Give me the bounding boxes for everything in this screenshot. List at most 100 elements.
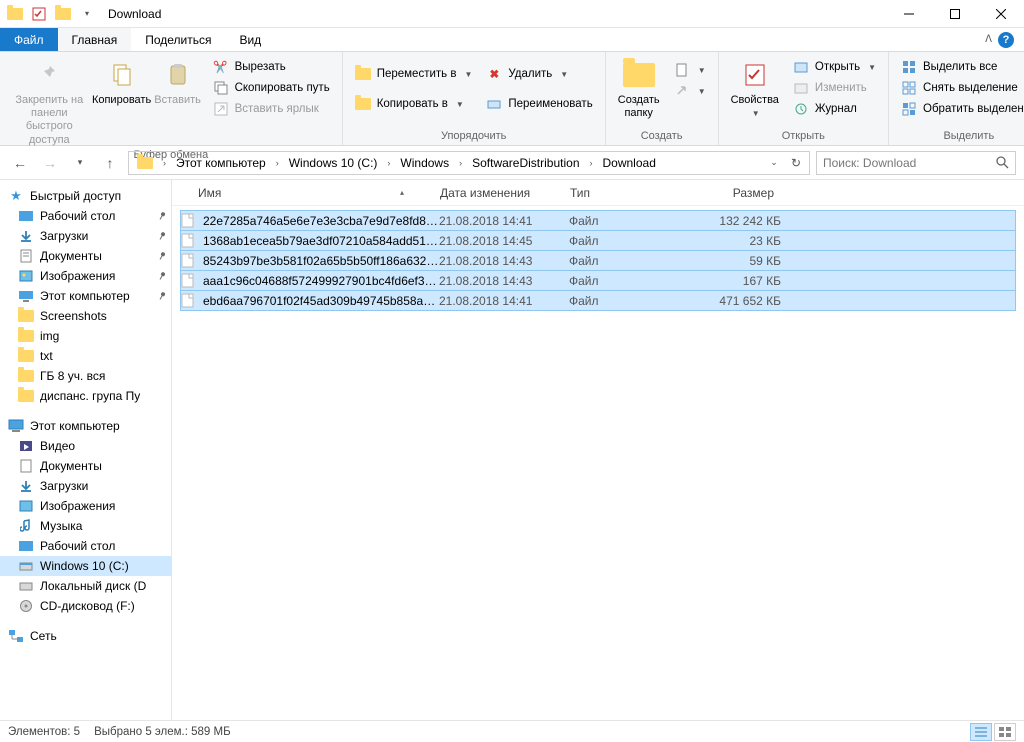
qat-properties-icon[interactable] xyxy=(28,3,50,25)
delete-icon: ✖ xyxy=(486,66,502,82)
delete-button[interactable]: ✖Удалить▼ xyxy=(480,64,598,84)
pin-icon xyxy=(155,269,169,283)
newfolder-button[interactable]: Создать папку xyxy=(612,54,666,120)
nav-pc-item[interactable]: Windows 10 (C:) xyxy=(0,556,171,576)
pin-icon xyxy=(35,58,63,92)
column-headers[interactable]: Имя▴ Дата изменения Тип Размер xyxy=(172,180,1024,206)
nav-thispc[interactable]: Этот компьютер xyxy=(0,416,171,436)
crumb-swdist[interactable]: SoftwareDistribution xyxy=(466,156,585,170)
help-icon[interactable]: ? xyxy=(998,32,1014,48)
tab-view[interactable]: Вид xyxy=(225,28,275,51)
nav-item-label: Этот компьютер xyxy=(40,289,130,303)
crumb-download[interactable]: Download xyxy=(597,156,662,170)
nav-quick-item[interactable]: Рабочий стол xyxy=(0,206,171,226)
chevron-right-icon[interactable]: › xyxy=(272,158,283,168)
search-input[interactable]: Поиск: Download xyxy=(816,151,1016,175)
file-icon xyxy=(181,273,201,288)
open-icon xyxy=(793,59,809,75)
selectnone-button[interactable]: Снять выделение xyxy=(895,78,1024,98)
qat-newfolder-icon[interactable] xyxy=(52,3,74,25)
nav-pc-item[interactable]: Локальный диск (D xyxy=(0,576,171,596)
file-date: 21.08.2018 14:43 xyxy=(439,254,569,268)
file-row[interactable]: aaa1c96c04688f572499927901bc4fd6ef3a...2… xyxy=(180,270,1016,291)
forward-button[interactable]: → xyxy=(38,151,62,175)
nav-pc-item[interactable]: Документы xyxy=(0,456,171,476)
chevron-right-icon[interactable]: › xyxy=(383,158,394,168)
nav-quick-item[interactable]: txt xyxy=(0,346,171,366)
chevron-right-icon[interactable]: › xyxy=(159,158,170,168)
nav-item-icon xyxy=(18,598,34,614)
crumb-pc[interactable]: Этот компьютер xyxy=(170,156,272,170)
nav-quick-item[interactable]: Screenshots xyxy=(0,306,171,326)
crumb-windows[interactable]: Windows xyxy=(394,156,455,170)
chevron-right-icon[interactable]: › xyxy=(455,158,466,168)
open-button[interactable]: Открыть▼ xyxy=(787,57,882,77)
nav-quick-item[interactable]: Изображения xyxy=(0,266,171,286)
col-name[interactable]: Имя▴ xyxy=(172,186,432,200)
col-size[interactable]: Размер xyxy=(662,186,782,200)
edit-button[interactable]: Изменить xyxy=(787,78,882,98)
close-button[interactable] xyxy=(978,0,1024,28)
col-date[interactable]: Дата изменения xyxy=(432,186,562,200)
breadcrumb[interactable]: › Этот компьютер › Windows 10 (C:) › Win… xyxy=(128,151,810,175)
pastelink-button[interactable]: Вставить ярлык xyxy=(207,99,336,119)
col-type[interactable]: Тип xyxy=(562,186,662,200)
minimize-button[interactable] xyxy=(886,0,932,28)
rename-button[interactable]: Переименовать xyxy=(480,94,598,114)
tab-home[interactable]: Главная xyxy=(58,28,132,51)
ribbon-group-new: Создать папку ▼ ▼ Создать xyxy=(606,52,719,145)
paste-button[interactable]: Вставить xyxy=(151,54,205,107)
selectinvert-button[interactable]: Обратить выделение xyxy=(895,99,1024,119)
nav-pc-item[interactable]: Видео xyxy=(0,436,171,456)
copy-button[interactable]: Копировать xyxy=(95,54,149,107)
ribbon-collapse-icon[interactable]: ᐱ xyxy=(985,34,992,45)
nav-item-label: Screenshots xyxy=(40,309,107,323)
properties-button[interactable]: Свойства▼ xyxy=(725,54,785,120)
nav-pc-item[interactable]: CD-дисковод (F:) xyxy=(0,596,171,616)
nav-quickaccess[interactable]: ★Быстрый доступ xyxy=(0,186,171,206)
nav-quick-item[interactable]: Документы xyxy=(0,246,171,266)
file-row[interactable]: 1368ab1ecea5b79ae3df07210a584add51d...21… xyxy=(180,230,1016,251)
address-dropdown-icon[interactable]: ⌄ xyxy=(763,157,785,168)
file-type: Файл xyxy=(569,234,669,248)
crumb-drive[interactable]: Windows 10 (C:) xyxy=(283,156,384,170)
qat-dropdown-icon[interactable]: ▾ xyxy=(76,3,98,25)
newitem-button[interactable]: ▼ xyxy=(668,60,712,80)
maximize-button[interactable] xyxy=(932,0,978,28)
back-button[interactable]: ← xyxy=(8,151,32,175)
nav-quick-item[interactable]: ГБ 8 уч. вся xyxy=(0,366,171,386)
nav-pc-item[interactable]: Рабочий стол xyxy=(0,536,171,556)
nav-pc-item[interactable]: Музыка xyxy=(0,516,171,536)
navigation-pane[interactable]: ★Быстрый доступ Рабочий столЗагрузкиДоку… xyxy=(0,180,172,720)
view-icons-button[interactable] xyxy=(994,723,1016,741)
view-details-button[interactable] xyxy=(970,723,992,741)
nav-quick-item[interactable]: Этот компьютер xyxy=(0,286,171,306)
easyaccess-button[interactable]: ▼ xyxy=(668,81,712,101)
moveto-button[interactable]: Переместить в▼ xyxy=(349,64,479,84)
nav-quick-item[interactable]: img xyxy=(0,326,171,346)
nav-pc-item[interactable]: Изображения xyxy=(0,496,171,516)
pin-icon xyxy=(155,209,169,223)
pin-quickaccess-button[interactable]: Закрепить на панели быстрого доступа xyxy=(6,54,93,147)
cut-button[interactable]: ✂️Вырезать xyxy=(207,57,336,77)
refresh-icon[interactable]: ↻ xyxy=(785,156,807,170)
nav-quick-item[interactable]: Загрузки xyxy=(0,226,171,246)
status-selected: Выбрано 5 элем.: 589 МБ xyxy=(94,726,231,738)
nav-quick-item[interactable]: диспанс. група Пу xyxy=(0,386,171,406)
nav-item-icon xyxy=(18,498,34,514)
copypath-button[interactable]: Скопировать путь xyxy=(207,78,336,98)
file-row[interactable]: ebd6aa796701f02f45ad309b49745b858a1a...2… xyxy=(180,290,1016,311)
copyto-button[interactable]: Копировать в▼ xyxy=(349,94,479,114)
chevron-right-icon[interactable]: › xyxy=(586,158,597,168)
nav-network[interactable]: Сеть xyxy=(0,626,171,646)
main-area: ★Быстрый доступ Рабочий столЗагрузкиДоку… xyxy=(0,180,1024,720)
tab-file[interactable]: Файл xyxy=(0,28,58,51)
file-row[interactable]: 85243b97be3b581f02a65b5b50ff186a632c...2… xyxy=(180,250,1016,271)
recent-button[interactable]: ▾ xyxy=(68,151,92,175)
up-button[interactable]: ↑ xyxy=(98,151,122,175)
tab-share[interactable]: Поделиться xyxy=(131,28,225,51)
nav-pc-item[interactable]: Загрузки xyxy=(0,476,171,496)
file-row[interactable]: 22e7285a746a5e6e7e3e3cba7e9d7e8fd8e8...2… xyxy=(180,210,1016,231)
history-button[interactable]: Журнал xyxy=(787,99,882,119)
selectall-button[interactable]: Выделить все xyxy=(895,57,1024,77)
